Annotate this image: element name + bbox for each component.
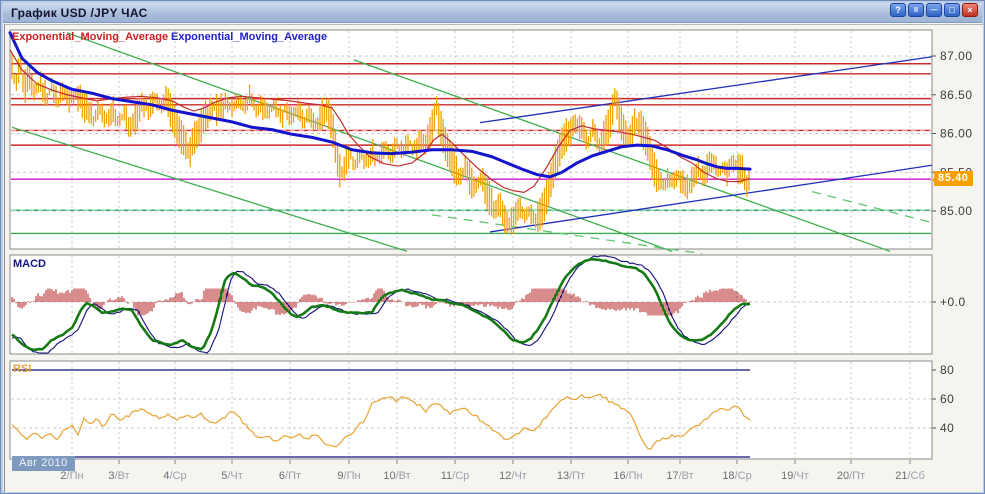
maximize-button[interactable]: □ (944, 3, 960, 17)
date-tick-label: 6/Пт (279, 470, 301, 482)
date-tick-label: 19/Чт (781, 470, 809, 482)
minimize-icon: — (931, 7, 938, 14)
minimize-button[interactable]: — (926, 3, 942, 17)
chart-client-area: 87.0086.5086.0085.5085.00+0.08060402/Пн3… (4, 24, 983, 492)
date-tick-label: 12/Чт (499, 470, 527, 482)
window-controls: ? II — □ × (890, 3, 978, 17)
date-tick-label: 13/Пт (557, 470, 585, 482)
rsi-panel (10, 361, 932, 459)
price-tick-label: 86.50 (940, 88, 973, 102)
date-tick-label: 17/Вт (666, 470, 693, 482)
date-tick-label: 2/Пн (60, 470, 83, 482)
help-button[interactable]: ? (890, 3, 906, 17)
chart-window: График USD /JPY ЧАС ? II — □ × 87.00 86.5… (0, 0, 985, 494)
date-tick-label: 18/Ср (722, 470, 751, 482)
price-tick-label: 87.00 (940, 49, 973, 63)
date-tick-label: 3/Вт (108, 470, 129, 482)
current-price-marker: 85.40 (934, 171, 973, 186)
price-tick-label: 86.00 (940, 127, 973, 141)
close-icon: × (967, 6, 972, 15)
date-tick-label: 9/Пн (337, 470, 360, 482)
price-tick-label: 85.00 (940, 204, 973, 218)
titlebar[interactable]: График USD /JPY ЧАС (3, 3, 982, 23)
main-price-panel (10, 30, 932, 249)
date-tick-label: 16/Пн (613, 470, 642, 482)
rsi-tick-label: 80 (940, 363, 954, 377)
rsi-tick-label: 60 (940, 392, 954, 406)
close-button[interactable]: × (962, 3, 978, 17)
date-tick-label: 10/Вт (383, 470, 410, 482)
date-tick-label: 11/Ср (441, 470, 470, 482)
maximize-icon: □ (949, 6, 954, 15)
help-icon: ? (895, 6, 901, 15)
rollup-icon: II (914, 7, 918, 14)
date-tick-label: 5/Чт (221, 470, 243, 482)
chart-canvas[interactable]: 87.0086.5086.0085.5085.00+0.08060402/Пн3… (5, 25, 984, 493)
rsi-tick-label: 40 (940, 421, 954, 435)
date-tick-label: 4/Ср (163, 470, 186, 482)
window-title: График USD /JPY ЧАС (11, 6, 148, 20)
macd-tick-label: +0.0 (940, 295, 966, 309)
right-axis: 87.0086.5086.0085.5085.00+0.0806040 (932, 49, 973, 435)
date-tick-label: 20/Пт (837, 470, 865, 482)
rollup-button[interactable]: II (908, 3, 924, 17)
date-tick-label: 21/Сб (895, 470, 925, 482)
date-axis: 2/Пн 3/Вт 4/Ср 5/Чт 6/Пт 9/Пн 10/Вт 11/Ср 12/Чт 1… (60, 460, 924, 482)
